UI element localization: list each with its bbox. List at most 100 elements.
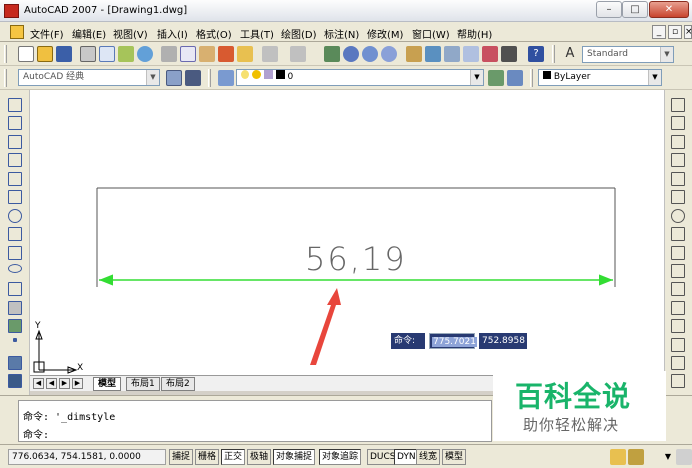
ellipse-arc-icon[interactable]	[8, 282, 22, 296]
osnap-toggle[interactable]: 对象捕捉	[273, 449, 316, 465]
calculator-icon[interactable]	[501, 46, 517, 62]
gradient-icon[interactable]	[8, 374, 22, 388]
drawing-canvas[interactable]: 56,19 Y X	[30, 90, 664, 375]
toolbar-grip[interactable]	[530, 69, 533, 87]
menu-insert[interactable]: 插入(I)	[157, 26, 188, 41]
break-at-point-icon[interactable]	[671, 301, 685, 315]
print-preview-icon[interactable]	[99, 46, 115, 62]
first-tab-icon[interactable]: ◀	[33, 378, 44, 389]
doc-minimize-button[interactable]: _	[652, 25, 666, 39]
copy-icon[interactable]	[180, 46, 196, 62]
revision-cloud-icon[interactable]	[8, 227, 22, 241]
menu-edit[interactable]: 编辑(E)	[72, 26, 106, 41]
clean-screen-icon[interactable]	[676, 449, 692, 465]
menu-window[interactable]: 窗口(W)	[412, 26, 450, 41]
new-icon[interactable]	[18, 46, 34, 62]
layer-previous-icon[interactable]	[507, 70, 523, 86]
cut-icon[interactable]	[161, 46, 177, 62]
menu-help[interactable]: 帮助(H)	[457, 26, 492, 41]
trim-icon[interactable]	[671, 264, 685, 278]
markup-icon[interactable]	[482, 46, 498, 62]
menu-format[interactable]: 格式(O)	[196, 26, 232, 41]
mirror-icon[interactable]	[671, 135, 685, 149]
offset-icon[interactable]	[671, 153, 685, 167]
toolbar-grip[interactable]	[4, 45, 7, 63]
dimension-text[interactable]: 56,19	[305, 240, 407, 278]
command-area[interactable]: 命令: '_dimstyle 命令:	[18, 400, 492, 442]
zoom-realtime-icon[interactable]	[343, 46, 359, 62]
construction-line-icon[interactable]	[8, 116, 22, 130]
maximize-button[interactable]: □	[622, 1, 648, 18]
rotate-icon[interactable]	[671, 209, 685, 223]
menu-file[interactable]: 文件(F)	[30, 26, 64, 41]
dynamic-input-x-field[interactable]: 775.7021	[429, 333, 477, 349]
dyn-toggle[interactable]: DYN	[394, 449, 419, 465]
extend-icon[interactable]	[671, 282, 685, 296]
rectangle-icon[interactable]	[8, 172, 22, 186]
copy-object-icon[interactable]	[671, 116, 685, 130]
layer-dropdown[interactable]: 0 ▼	[236, 69, 484, 86]
polar-toggle[interactable]: 极轴	[247, 449, 272, 465]
circle-icon[interactable]	[8, 209, 22, 223]
dynamic-input-y-field[interactable]: 752.8958	[479, 333, 527, 349]
stretch-icon[interactable]	[671, 246, 685, 260]
erase-icon[interactable]	[671, 98, 685, 112]
scale-icon[interactable]	[671, 227, 685, 241]
grid-toggle[interactable]: 栅格	[195, 449, 220, 465]
make-object-layer-current-icon[interactable]	[488, 70, 504, 86]
lineweight-toggle[interactable]: 线宽	[416, 449, 441, 465]
document-icon[interactable]	[10, 25, 24, 39]
toolbar-grip[interactable]	[552, 45, 555, 63]
pan-icon[interactable]	[324, 46, 340, 62]
snap-toggle[interactable]: 捕捉	[169, 449, 194, 465]
move-icon[interactable]	[671, 190, 685, 204]
command-prompt[interactable]: 命令:	[23, 426, 49, 441]
polyline-icon[interactable]	[8, 135, 22, 149]
tab-layout1[interactable]: 布局1	[126, 377, 160, 391]
linetype-dropdown[interactable]: ByLayer ▼	[538, 69, 662, 86]
redo-icon[interactable]	[290, 46, 306, 62]
next-tab-icon[interactable]: ▶	[59, 378, 70, 389]
zoom-previous-icon[interactable]	[381, 46, 397, 62]
ortho-toggle[interactable]: 正交	[221, 449, 246, 465]
join-icon[interactable]	[671, 338, 685, 352]
close-button[interactable]: ✕	[649, 1, 689, 18]
customize-icon[interactable]	[185, 70, 201, 86]
publish-icon[interactable]	[118, 46, 134, 62]
lock-icon[interactable]	[628, 449, 644, 465]
sheet-set-icon[interactable]	[463, 46, 479, 62]
hatch-icon[interactable]	[8, 356, 22, 370]
last-tab-icon[interactable]: ▶	[72, 378, 83, 389]
3d-dwf-icon[interactable]	[137, 46, 153, 62]
coordinates-readout[interactable]: 776.0634, 754.1581, 0.0000	[8, 449, 166, 465]
spline-icon[interactable]	[8, 246, 22, 260]
match-properties-icon[interactable]	[218, 46, 234, 62]
communication-center-icon[interactable]	[610, 449, 626, 465]
menu-draw[interactable]: 绘图(D)	[281, 26, 317, 41]
open-icon[interactable]	[37, 46, 53, 62]
zoom-window-icon[interactable]	[362, 46, 378, 62]
line-icon[interactable]	[8, 98, 22, 112]
tab-layout2[interactable]: 布局2	[161, 377, 195, 391]
menu-dimension[interactable]: 标注(N)	[324, 26, 359, 41]
design-center-icon[interactable]	[425, 46, 441, 62]
help-icon[interactable]: ?	[528, 46, 544, 62]
menu-tools[interactable]: 工具(T)	[240, 26, 274, 41]
tab-model[interactable]: 模型	[93, 377, 122, 391]
make-block-icon[interactable]	[8, 319, 22, 333]
tool-palettes-icon[interactable]	[444, 46, 460, 62]
prev-tab-icon[interactable]: ◀	[46, 378, 57, 389]
paste-icon[interactable]	[199, 46, 215, 62]
layer-manager-icon[interactable]	[218, 70, 234, 86]
menu-modify[interactable]: 修改(M)	[367, 26, 403, 41]
toolbar-grip[interactable]	[208, 69, 211, 87]
model-toggle[interactable]: 模型	[442, 449, 467, 465]
doc-restore-button[interactable]: ▫	[668, 25, 682, 39]
arc-icon[interactable]	[8, 190, 22, 204]
toolbar-grip[interactable]	[4, 69, 7, 87]
insert-block-icon[interactable]	[8, 301, 22, 315]
break-icon[interactable]	[671, 319, 685, 333]
text-style-dropdown[interactable]: Standard ▼	[582, 46, 674, 63]
workspace-dropdown[interactable]: AutoCAD 经典 ▼	[18, 69, 160, 86]
undo-icon[interactable]	[262, 46, 278, 62]
